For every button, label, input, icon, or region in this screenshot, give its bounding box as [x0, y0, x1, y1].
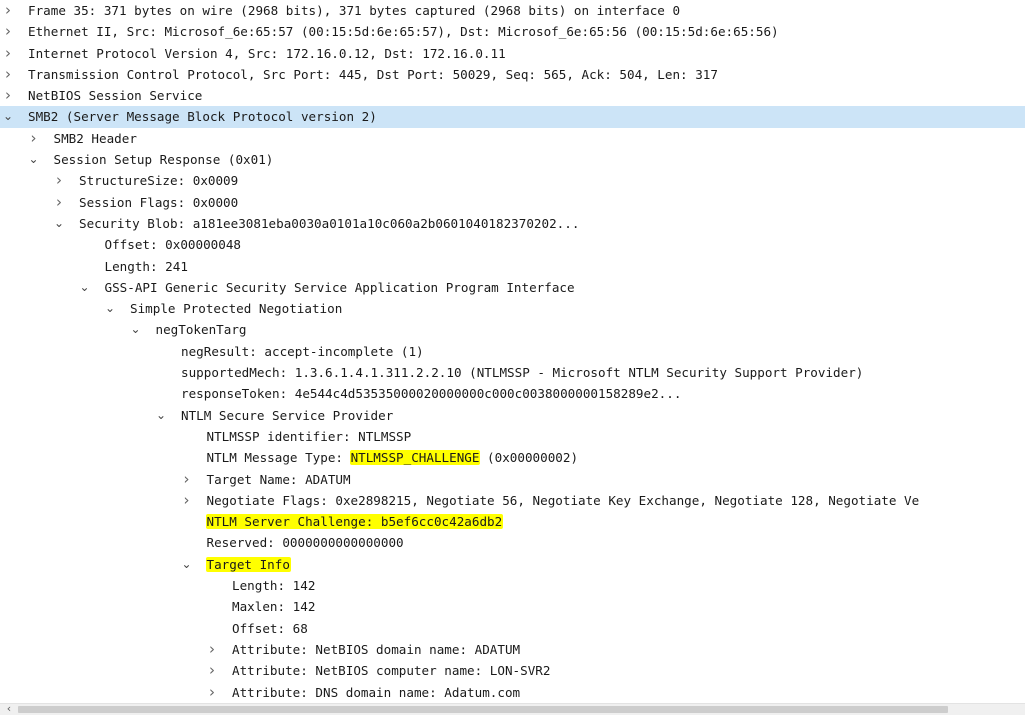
tree-row[interactable]: ⌄ Simple Protected Negotiation [0, 298, 1025, 319]
tree-row-label: responseToken: 4e544c4d53535000020000000… [181, 386, 682, 402]
tree-row-label: NTLM Secure Service Provider [181, 407, 394, 423]
chevron-down-icon[interactable]: ⌄ [129, 319, 143, 340]
tree-row[interactable]: ⌄ negTokenTarg [0, 319, 1025, 340]
highlighted-text: Target Info [205, 556, 291, 572]
tree-row[interactable]: › Session Flags: 0x0000 [0, 192, 1025, 213]
tree-row[interactable]: › NetBIOS Session Service [0, 85, 1025, 106]
chevron-right-icon[interactable]: › [205, 682, 219, 703]
highlighted-text: NTLM Server Challenge: b5ef6cc0c42a6db2 [205, 514, 504, 530]
tree-row[interactable]: › Transmission Control Protocol, Src Port… [0, 64, 1025, 85]
tree-row[interactable]: ⌄ SMB2 (Server Message Block Protocol ver… [0, 106, 1025, 128]
chevron-down-icon[interactable]: ⌄ [154, 405, 168, 426]
tree-row[interactable]: Reserved: 0000000000000000 [0, 532, 1025, 553]
tree-row-label: Reserved: 0000000000000000 [206, 535, 404, 551]
tree-row-label: SMB2 Header [53, 130, 137, 146]
chevron-right-icon[interactable]: › [52, 170, 66, 191]
tree-row-label: NTLM Message Type: NTLMSSP_CHALLENGE (0x… [206, 447, 579, 468]
tree-row-label: Internet Protocol Version 4, Src: 172.16… [28, 45, 506, 61]
tree-row[interactable]: negResult: accept-incomplete (1) [0, 341, 1025, 362]
tree-row-label: Attribute: NetBIOS domain name: ADATUM [232, 641, 521, 657]
tree-row-label: Attribute: DNS domain name: Adatum.com [232, 684, 521, 700]
tree-row-label: negTokenTarg [155, 322, 247, 338]
tree-row-label: Session Setup Response (0x01) [53, 152, 274, 168]
tree-row[interactable]: › StructureSize: 0x0009 [0, 170, 1025, 191]
tree-row-label: Ethernet II, Src: Microsof_6e:65:57 (00:… [28, 24, 779, 40]
tree-row-label: SMB2 (Server Message Block Protocol vers… [28, 109, 377, 125]
horizontal-scrollbar[interactable]: ‹ [0, 703, 1025, 715]
tree-row[interactable]: › Ethernet II, Src: Microsof_6e:65:57 (00… [0, 21, 1025, 42]
chevron-down-icon[interactable]: ⌄ [103, 298, 117, 319]
tree-row[interactable]: NTLM Message Type: NTLMSSP_CHALLENGE (0x… [0, 447, 1025, 468]
tree-row[interactable]: Offset: 0x00000048 [0, 234, 1025, 255]
tree-row-label: Attribute: NetBIOS computer name: LON-SV… [232, 663, 551, 679]
tree-row-label: negResult: accept-incomplete (1) [181, 343, 424, 359]
chevron-right-icon[interactable]: › [52, 192, 66, 213]
chevron-right-icon[interactable]: › [1, 0, 15, 21]
tree-row[interactable]: › SMB2 Header [0, 128, 1025, 149]
tree-row-label: Security Blob: a181ee3081eba0030a0101a10… [79, 215, 580, 231]
tree-row-label: Simple Protected Negotiation [130, 301, 343, 317]
tree-row-label: NetBIOS Session Service [28, 88, 203, 104]
tree-row[interactable]: › Negotiate Flags: 0xe2898215, Negotiate … [0, 490, 1025, 511]
tree-row[interactable]: › Internet Protocol Version 4, Src: 172.1… [0, 43, 1025, 64]
tree-row[interactable]: ⌄ NTLM Secure Service Provider [0, 405, 1025, 426]
tree-row[interactable]: › Attribute: DNS domain name: Adatum.com [0, 682, 1025, 703]
tree-row-label: Length: 241 [104, 258, 188, 274]
chevron-right-icon[interactable]: › [205, 660, 219, 681]
highlighted-text: NTLMSSP_CHALLENGE [349, 450, 481, 466]
tree-row[interactable]: › Target Name: ADATUM [0, 469, 1025, 490]
chevron-right-icon[interactable]: › [1, 85, 15, 106]
chevron-right-icon[interactable]: › [180, 469, 194, 490]
tree-row[interactable]: NTLMSSP identifier: NTLMSSP [0, 426, 1025, 447]
tree-row[interactable]: NTLM Server Challenge: b5ef6cc0c42a6db2 [0, 511, 1025, 532]
chevron-down-icon[interactable]: ⌄ [180, 554, 194, 575]
chevron-right-icon[interactable]: › [1, 43, 15, 64]
tree-row-label: Offset: 68 [232, 620, 308, 636]
tree-row-label: Offset: 0x00000048 [104, 237, 241, 253]
tree-row[interactable]: Length: 142 [0, 575, 1025, 596]
tree-row[interactable]: ⌄ GSS-API Generic Security Service Applic… [0, 277, 1025, 298]
chevron-right-icon[interactable]: › [1, 21, 15, 42]
tree-row[interactable]: ⌄ Session Setup Response (0x01) [0, 149, 1025, 170]
tree-row[interactable]: › Attribute: NetBIOS computer name: LON-S… [0, 660, 1025, 681]
tree-row-label: Negotiate Flags: 0xe2898215, Negotiate 5… [206, 492, 920, 508]
chevron-down-icon[interactable]: ⌄ [52, 213, 66, 234]
chevron-right-icon[interactable]: › [180, 490, 194, 511]
chevron-down-icon[interactable]: ⌄ [78, 277, 92, 298]
tree-row-label: StructureSize: 0x0009 [79, 173, 239, 189]
tree-row-label: Length: 142 [232, 578, 316, 594]
tree-row[interactable]: Length: 241 [0, 256, 1025, 277]
scrollbar-thumb[interactable] [18, 706, 948, 713]
tree-row-label: GSS-API Generic Security Service Applica… [104, 279, 575, 295]
tree-row-label: Transmission Control Protocol, Src Port:… [28, 66, 718, 82]
tree-row-label: Target Info [205, 554, 291, 575]
chevron-down-icon[interactable]: ⌄ [1, 106, 15, 127]
scroll-left-arrow-icon[interactable]: ‹ [2, 703, 16, 715]
tree-row[interactable]: responseToken: 4e544c4d53535000020000000… [0, 383, 1025, 404]
row-text: (0x00000002) [479, 450, 579, 466]
chevron-right-icon[interactable]: › [1, 64, 15, 85]
row-text: NTLM Message Type: [206, 450, 351, 466]
tree-row-label: Maxlen: 142 [232, 599, 316, 615]
tree-row-label: Session Flags: 0x0000 [79, 194, 239, 210]
tree-row[interactable]: › Frame 35: 371 bytes on wire (2968 bits)… [0, 0, 1025, 21]
tree-row[interactable]: ⌄ Target Info [0, 554, 1025, 575]
tree-row[interactable]: › Attribute: NetBIOS domain name: ADATUM [0, 639, 1025, 660]
tree-row-label: supportedMech: 1.3.6.1.4.1.311.2.2.10 (N… [181, 365, 864, 381]
chevron-right-icon[interactable]: › [27, 128, 41, 149]
chevron-down-icon[interactable]: ⌄ [27, 149, 41, 170]
tree-row[interactable]: Offset: 68 [0, 618, 1025, 639]
packet-details-tree[interactable]: › Frame 35: 371 bytes on wire (2968 bits)… [0, 0, 1025, 703]
tree-row-label: Frame 35: 371 bytes on wire (2968 bits),… [28, 3, 681, 18]
tree-row[interactable]: ⌄ Security Blob: a181ee3081eba0030a0101a1… [0, 213, 1025, 234]
tree-row-label: NTLMSSP identifier: NTLMSSP [206, 428, 412, 444]
tree-row[interactable]: supportedMech: 1.3.6.1.4.1.311.2.2.10 (N… [0, 362, 1025, 383]
tree-row-label: NTLM Server Challenge: b5ef6cc0c42a6db2 [205, 511, 504, 532]
chevron-right-icon[interactable]: › [205, 639, 219, 660]
tree-row-label: Target Name: ADATUM [206, 471, 351, 487]
tree-row[interactable]: Maxlen: 142 [0, 596, 1025, 617]
